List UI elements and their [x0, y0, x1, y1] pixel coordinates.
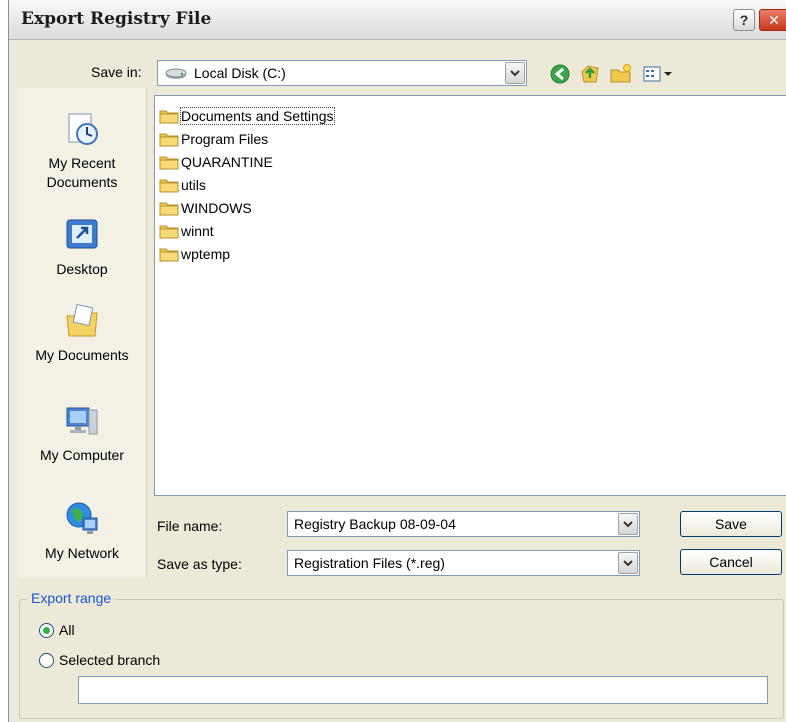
- folder-item[interactable]: WINDOWS: [159, 198, 252, 218]
- folder-icon: [159, 133, 179, 147]
- selected-branch-input[interactable]: [78, 676, 768, 704]
- save-in-value: Local Disk (C:): [194, 65, 286, 81]
- place-my-computer[interactable]: My Computer: [17, 402, 147, 465]
- back-icon: [550, 64, 570, 84]
- place-desktop[interactable]: Desktop: [17, 216, 147, 279]
- save-as-type-value: Registration Files (*.reg): [294, 555, 445, 571]
- export-range-title: Export range: [27, 590, 116, 606]
- folder-icon: [159, 225, 179, 239]
- place-label: My Computer: [39, 447, 125, 463]
- place-my-network[interactable]: My Network: [17, 500, 147, 563]
- up-folder-button[interactable]: [578, 62, 602, 86]
- save-as-type-label: Save as type:: [157, 556, 242, 572]
- radio-button-selected[interactable]: [39, 622, 54, 638]
- radio-button[interactable]: [39, 652, 54, 668]
- place-my-documents[interactable]: My Documents: [17, 302, 147, 365]
- folder-item[interactable]: Program Files: [159, 129, 268, 149]
- folder-name: utils: [181, 177, 206, 193]
- cancel-button[interactable]: Cancel: [680, 549, 782, 575]
- radio-all[interactable]: All: [39, 622, 75, 638]
- save-as-type-dropdown[interactable]: Registration Files (*.reg): [287, 550, 640, 576]
- my-computer-icon: [63, 402, 101, 440]
- chevron-down-icon: [623, 520, 633, 527]
- place-my-recent-documents[interactable]: My Recent Documents: [17, 110, 147, 192]
- chevron-down-icon: [623, 559, 633, 566]
- place-label: My Documents: [35, 347, 129, 363]
- desktop-icon: [63, 216, 101, 254]
- my-network-icon: [63, 500, 101, 538]
- file-name-dropdown-button[interactable]: [618, 513, 638, 535]
- folder-name: Documents and Settings: [180, 107, 335, 125]
- folder-item[interactable]: utils: [159, 175, 206, 195]
- file-name-value: Registry Backup 08-09-04: [294, 516, 456, 532]
- view-menu-icon: [643, 66, 672, 82]
- folder-name: winnt: [181, 223, 214, 239]
- recent-documents-icon: [63, 110, 101, 148]
- place-label: My Network: [45, 545, 119, 561]
- radio-selected-branch-label: Selected branch: [59, 652, 161, 668]
- close-button[interactable]: ✕: [759, 9, 786, 31]
- folder-name: QUARANTINE: [181, 154, 273, 170]
- places-bar: My Recent Documents Desktop My Documents…: [17, 88, 147, 578]
- title-bar[interactable]: Export Registry File ? ✕: [9, 0, 786, 40]
- folder-icon: [159, 248, 179, 262]
- folder-icon: [159, 202, 179, 216]
- my-documents-icon: [63, 302, 101, 340]
- view-menu-button[interactable]: [642, 64, 676, 84]
- folder-icon: [159, 156, 179, 170]
- folder-item[interactable]: winnt: [159, 221, 214, 241]
- save-in-dropdown-button[interactable]: [505, 62, 525, 84]
- chevron-down-icon: [510, 69, 520, 76]
- up-folder-icon: [581, 65, 599, 83]
- folder-name: wptemp: [181, 246, 231, 262]
- back-button[interactable]: [549, 63, 571, 85]
- folder-name: WINDOWS: [181, 200, 252, 216]
- save-as-type-dropdown-button[interactable]: [618, 552, 638, 574]
- folder-item[interactable]: QUARANTINE: [159, 152, 273, 172]
- folder-item[interactable]: wptemp: [159, 244, 230, 264]
- export-registry-dialog: Export Registry File ? ✕ Save in: Local …: [8, 0, 786, 722]
- dialog-title: Export Registry File: [21, 9, 212, 29]
- place-label: My Recent Documents: [46, 155, 118, 190]
- place-label: Desktop: [56, 261, 108, 277]
- drive-icon: [164, 66, 188, 83]
- new-folder-button[interactable]: [609, 62, 633, 86]
- folder-icon: [159, 110, 179, 124]
- save-in-label: Save in:: [91, 64, 142, 80]
- file-name-input[interactable]: Registry Backup 08-09-04: [287, 511, 640, 537]
- folder-item[interactable]: Documents and Settings: [159, 106, 335, 126]
- save-button[interactable]: Save: [680, 511, 782, 537]
- new-folder-icon: [610, 64, 631, 83]
- file-list[interactable]: Documents and Settings Program Files QUA…: [154, 95, 786, 496]
- radio-selected-branch[interactable]: Selected branch: [39, 652, 160, 668]
- save-in-dropdown[interactable]: Local Disk (C:): [157, 60, 527, 86]
- folder-icon: [159, 179, 179, 193]
- radio-all-label: All: [59, 622, 75, 638]
- folder-name: Program Files: [181, 131, 269, 147]
- help-button[interactable]: ?: [733, 9, 755, 31]
- file-name-label: File name:: [157, 518, 223, 534]
